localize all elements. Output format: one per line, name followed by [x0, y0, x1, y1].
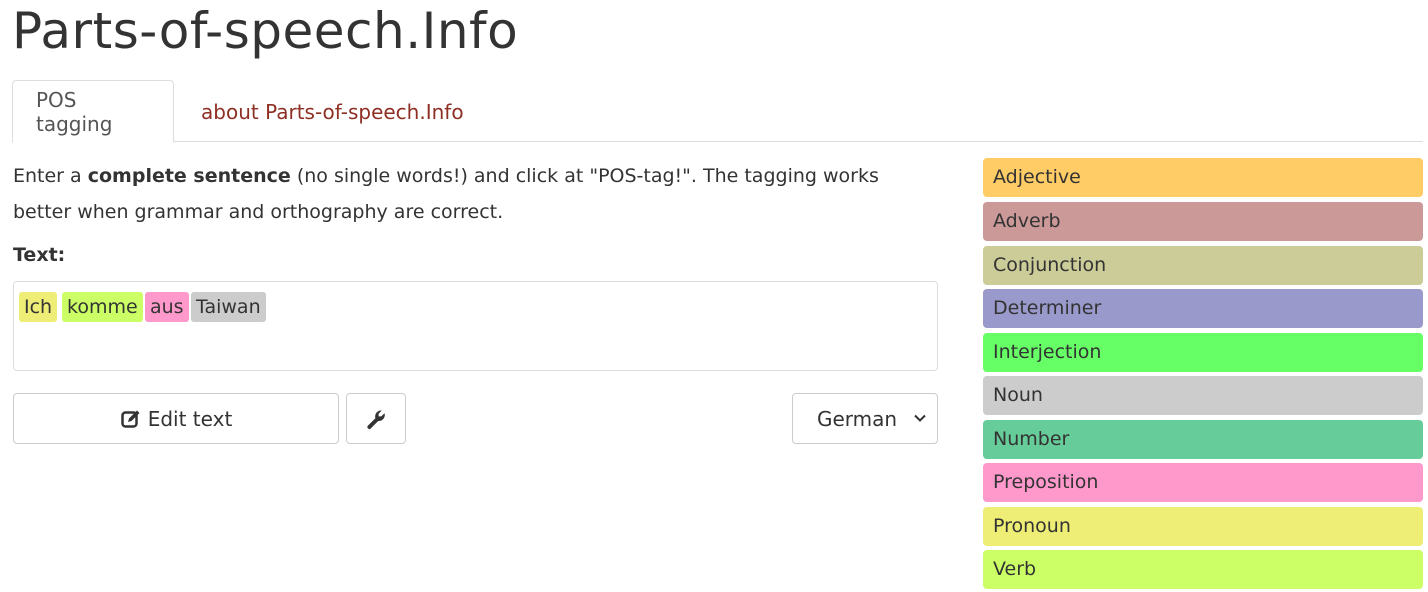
- legend-pronoun: Pronoun: [983, 507, 1423, 546]
- text-label: Text:: [13, 244, 66, 266]
- legend-adjective: Adjective: [983, 158, 1423, 197]
- instructions: Enter a complete sentence (no single wor…: [13, 158, 938, 230]
- edit-text-button[interactable]: Edit text: [13, 393, 339, 444]
- language-select[interactable]: German: [792, 393, 938, 444]
- legend-noun: Noun: [983, 376, 1423, 415]
- legend-interjection: Interjection: [983, 333, 1423, 372]
- legend-adverb: Adverb: [983, 202, 1423, 241]
- legend-determiner: Determiner: [983, 289, 1423, 328]
- wrench-icon: [367, 409, 385, 429]
- instructions-emphasis: complete sentence: [87, 165, 291, 187]
- tagged-text-box[interactable]: Ich komme aus Taiwan: [13, 281, 938, 371]
- settings-button[interactable]: [346, 393, 406, 444]
- edit-text-label: Edit text: [147, 406, 233, 431]
- tab-pos-tagging[interactable]: POS tagging: [12, 80, 174, 143]
- chevron-down-icon: [914, 414, 926, 422]
- site-title: Parts-of-speech.Info: [12, 2, 519, 60]
- legend-number: Number: [983, 420, 1423, 459]
- legend-conjunction: Conjunction: [983, 246, 1423, 285]
- language-selected: German: [817, 406, 898, 431]
- token-preposition: aus: [145, 292, 189, 322]
- token-pronoun: Ich: [19, 292, 58, 322]
- tab-bar: POS tagging about Parts-of-speech.Info: [12, 80, 1423, 143]
- legend-verb: Verb: [983, 550, 1423, 589]
- legend-preposition: Preposition: [983, 463, 1423, 502]
- instructions-text-start: Enter a: [13, 165, 88, 187]
- token-noun: Taiwan: [191, 292, 266, 322]
- edit-icon: [120, 410, 140, 428]
- token-verb: komme: [62, 292, 143, 322]
- tab-about[interactable]: about Parts-of-speech.Info: [178, 80, 487, 143]
